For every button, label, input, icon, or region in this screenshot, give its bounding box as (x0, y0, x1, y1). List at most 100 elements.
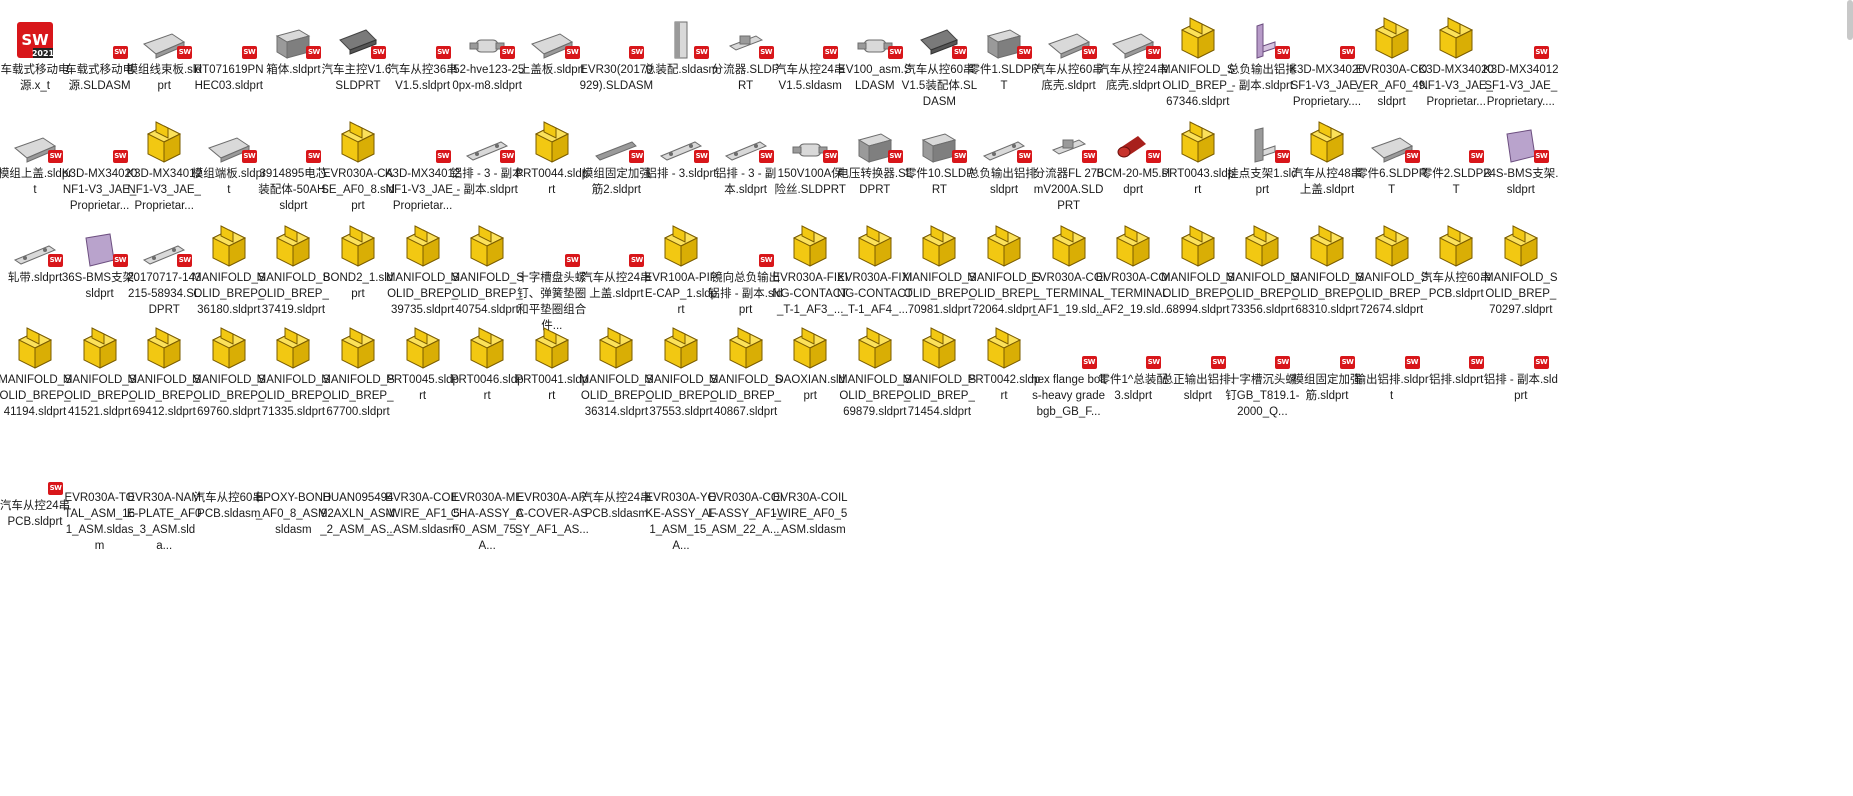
file-name-label: EVR30A-COIL-WIRE_AF0_5_ASM.sldasm (772, 492, 848, 536)
part-yellow-icon (197, 220, 261, 268)
busbar-grey-icon: SW (455, 116, 519, 164)
part-yellow-icon (843, 322, 907, 370)
empty-thumbnail (649, 448, 713, 488)
part-yellow-icon (1166, 220, 1230, 268)
part-yellow-icon (455, 322, 519, 370)
part-yellow-icon (1295, 220, 1359, 268)
part-yellow-icon (1360, 220, 1424, 268)
empty-thumbnail (455, 448, 519, 488)
pcb-grey-icon: SW (326, 12, 390, 60)
part-yellow-icon (391, 220, 455, 268)
box-grey-icon: SW (261, 12, 325, 60)
sw-file-icon: SW (1489, 12, 1553, 60)
sw-file-icon: SW (1166, 322, 1230, 370)
sw-file-icon: SW (1424, 322, 1488, 370)
empty-thumbnail (584, 448, 648, 488)
sw-file-icon: SW (1295, 322, 1359, 370)
part-yellow-icon (1166, 116, 1230, 164)
svg-text:2021: 2021 (32, 49, 55, 58)
part-yellow-icon (1166, 12, 1230, 60)
part-yellow-icon (714, 322, 778, 370)
sw-file-icon: SW (1295, 12, 1359, 60)
empty-thumbnail (197, 448, 261, 488)
sw-file-icon: SW (68, 116, 132, 164)
sw-file-icon: SW (520, 220, 584, 268)
part-yellow-icon (1037, 220, 1101, 268)
part-yellow-icon (326, 322, 390, 370)
file-name-label: K3D-MX34012SF1-V3_JAE_Proprietary.... (1483, 64, 1559, 108)
part-yellow-icon (649, 220, 713, 268)
part-yellow-icon (778, 220, 842, 268)
part-yellow-icon (1360, 12, 1424, 60)
file-item[interactable]: MANIFOLD_SOLID_BREP_70297.sldprt (1483, 216, 1559, 334)
bracket-grey-icon: SW (1230, 116, 1294, 164)
cylinder-red-icon: SW (1101, 116, 1165, 164)
busbar-grey-icon: SW (972, 116, 1036, 164)
plate-grey-icon: SW (132, 12, 196, 60)
empty-thumbnail (520, 448, 584, 488)
sw-file-icon: SW (197, 12, 261, 60)
sw-file-icon: SW (1230, 322, 1294, 370)
part-yellow-icon (1424, 12, 1488, 60)
part-yellow-icon (132, 322, 196, 370)
empty-thumbnail (261, 448, 325, 488)
busbar-grey-icon: SW (3, 220, 67, 268)
sw-file-icon: SW (584, 12, 648, 60)
part-yellow-icon (1230, 220, 1294, 268)
plate-grey-icon: SW (3, 116, 67, 164)
file-name-label: 24S-BMS支架.sldprt (1483, 168, 1559, 196)
assembly-grey-icon: SW (68, 12, 132, 60)
sw-file-icon: SW (1424, 116, 1488, 164)
part-yellow-icon (907, 322, 971, 370)
part-yellow-icon (455, 220, 519, 268)
part-yellow-icon (584, 322, 648, 370)
box-grey-icon: SW (972, 12, 1036, 60)
empty-thumbnail (778, 448, 842, 488)
fuse-grey-icon: SW (843, 12, 907, 60)
plate-grey-icon: SW (197, 116, 261, 164)
fuse-grey-icon: SW (455, 12, 519, 60)
part-yellow-icon (520, 116, 584, 164)
part-yellow-icon (68, 322, 132, 370)
column-grey-icon: SW (649, 12, 713, 60)
shunt-grey-icon: SW (714, 12, 778, 60)
file-item[interactable]: SW 24S-BMS支架.sldprt (1483, 112, 1559, 230)
sw-badge-icon: SW (1533, 150, 1549, 163)
part-yellow-icon (391, 322, 455, 370)
rail-grey-icon: SW (584, 116, 648, 164)
empty-thumbnail (326, 448, 390, 488)
sw-file-icon: SW (778, 12, 842, 60)
part-yellow-icon (778, 322, 842, 370)
pcb-dark-icon: SW (907, 12, 971, 60)
empty-thumbnail (132, 448, 196, 488)
sw-file-icon: SW (714, 220, 778, 268)
part-yellow-icon (907, 220, 971, 268)
vertical-scrollbar[interactable] (1847, 0, 1853, 40)
file-item[interactable]: SW 铝排 - 副本.sldprt (1483, 318, 1559, 436)
part-yellow-icon (3, 322, 67, 370)
file-item[interactable]: EVR30A-COIL-WIRE_AF0_5_ASM.sldasm (772, 444, 848, 562)
sw-file-icon: SW (3, 448, 67, 496)
part-yellow-icon (132, 116, 196, 164)
file-item[interactable]: SW K3D-MX34012SF1-V3_JAE_Proprietary.... (1483, 8, 1559, 126)
plate-grey-icon: SW (1360, 116, 1424, 164)
busbar-grey-icon: SW (649, 116, 713, 164)
sw-badge-icon: SW (1533, 46, 1549, 59)
plate-purple-icon: SW (68, 220, 132, 268)
sw-badge-icon: SW (1533, 356, 1549, 369)
plate-grey-icon: SW (520, 12, 584, 60)
sw-file-icon: SW (1037, 322, 1101, 370)
box-grey-icon: SW (907, 116, 971, 164)
empty-thumbnail (714, 448, 778, 488)
plate-grey-icon: SW (1101, 12, 1165, 60)
part-yellow-icon (261, 322, 325, 370)
bracket-purple-icon: SW (1230, 12, 1294, 60)
file-name-label: MANIFOLD_SOLID_BREP_70297.sldprt (1484, 272, 1558, 316)
part-yellow-icon (972, 322, 1036, 370)
fuse-grey-icon: SW (778, 116, 842, 164)
sw-file-icon: SW (1101, 322, 1165, 370)
part-yellow-icon (1424, 220, 1488, 268)
shunt-grey-icon: SW (1037, 116, 1101, 164)
sw-file-icon: SW (1489, 322, 1553, 370)
part-yellow-icon (1101, 220, 1165, 268)
